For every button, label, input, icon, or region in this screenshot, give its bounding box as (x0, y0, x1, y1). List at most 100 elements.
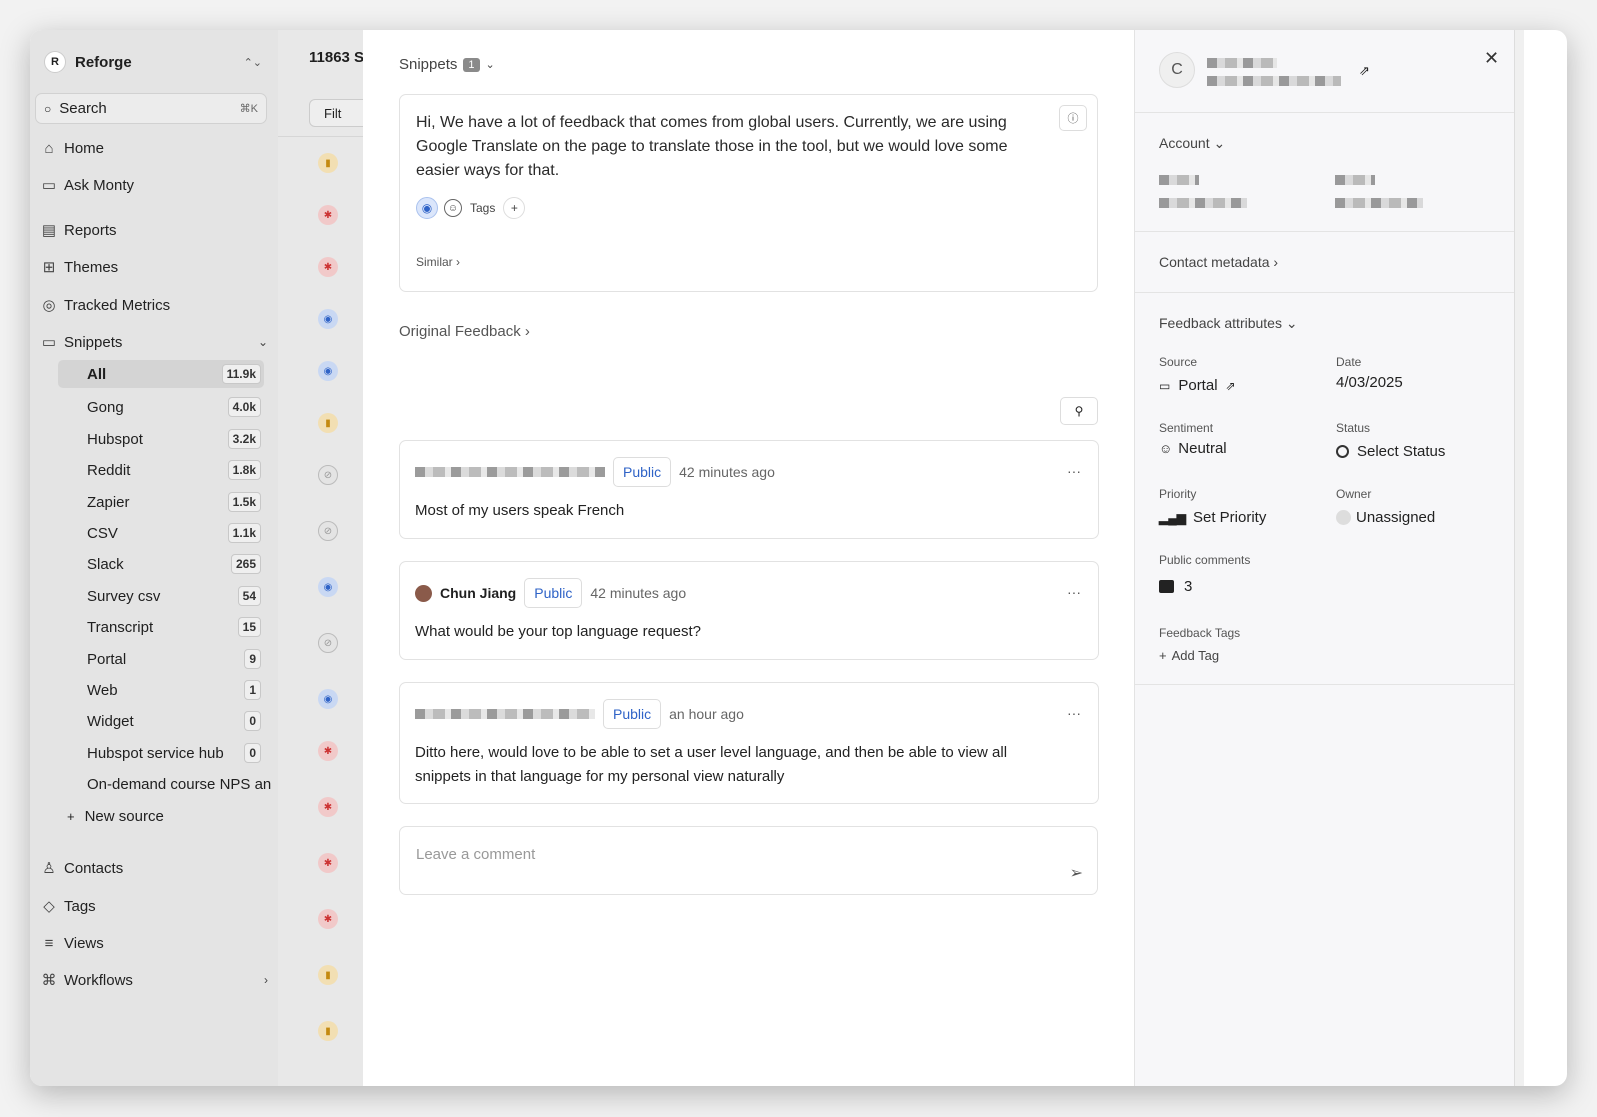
external-link-icon[interactable]: ⇗ (1359, 63, 1370, 79)
bug-icon[interactable]: ✱ (318, 853, 338, 873)
owner-value[interactable]: Unassigned (1336, 509, 1435, 526)
idea-icon[interactable]: ◉ (416, 197, 438, 219)
details-panel: C ⇗ Account ⌄ Contact metadata › Feedbac… (1134, 30, 1515, 1086)
nav-reports[interactable]: ▤ Reports (42, 215, 268, 245)
none-icon[interactable]: ⊘ (318, 633, 338, 653)
source-survey-csv[interactable]: Survey csv 54 (58, 582, 264, 610)
priority-value[interactable]: ▂▄▆ Set Priority (1159, 509, 1266, 526)
more-icon[interactable]: ··· (1067, 463, 1081, 479)
chevron-down-icon: ⌄ (485, 59, 495, 71)
snippets-dropdown[interactable]: Snippets 1 ⌄ (399, 56, 495, 73)
scrollbar[interactable] (1514, 30, 1524, 1086)
comment-header: Public 42 minutes ago (415, 457, 775, 487)
workflow-icon: ⌘ (41, 972, 57, 989)
feature-icon[interactable]: ▮ (318, 153, 338, 173)
nav-home[interactable]: ⌂ Home (42, 133, 268, 163)
nav-contacts[interactable]: ♙ Contacts (42, 853, 268, 883)
more-icon[interactable]: ··· (1067, 705, 1081, 721)
plus-icon: + (67, 808, 75, 824)
idea-icon[interactable]: ◉ (318, 577, 338, 597)
comment-card: Chun Jiang Public 42 minutes ago ··· Wha… (399, 561, 1099, 660)
snippets-count: 1 (463, 57, 480, 72)
bug-icon[interactable]: ✱ (318, 205, 338, 225)
nav-snippets[interactable]: ▭ Snippets ⌄ (42, 327, 268, 357)
contact-metadata-toggle[interactable]: Contact metadata › (1159, 254, 1278, 270)
bug-icon[interactable]: ✱ (318, 257, 338, 277)
source-value[interactable]: ▭ Portal ⇗ (1159, 377, 1236, 394)
feature-icon[interactable]: ▮ (318, 965, 338, 985)
divider (1135, 231, 1515, 232)
workspace-avatar: R (44, 51, 66, 73)
visibility-badge[interactable]: Public (613, 457, 672, 487)
avatar (415, 584, 432, 602)
nav-ask-monty[interactable]: ▭ Ask Monty (42, 170, 268, 200)
bug-icon[interactable]: ✱ (318, 909, 338, 929)
contact-metadata-label: Contact metadata (1159, 254, 1270, 270)
idea-icon[interactable]: ◉ (318, 309, 338, 329)
feature-icon[interactable]: ▮ (318, 413, 338, 433)
chevron-right-icon: › (264, 973, 268, 987)
source-zapier[interactable]: Zapier 1.5k (58, 488, 264, 516)
workspace-switcher[interactable]: R Reforge ⌃⌄ (38, 46, 268, 78)
visibility-badge[interactable]: Public (524, 578, 583, 608)
user-icon: ♙ (42, 860, 56, 877)
search-label: Search (59, 100, 107, 117)
sentiment-value[interactable]: ☺ Neutral (1159, 440, 1227, 457)
nav-tracked-metrics[interactable]: ◎ Tracked Metrics (42, 290, 268, 320)
source-label: Portal (87, 650, 127, 668)
comment-author[interactable]: Chun Jiang (440, 585, 516, 601)
neutral-face-icon: ☺ (1159, 441, 1173, 456)
source-hubspot[interactable]: Hubspot 3.2k (58, 425, 264, 453)
status-circle-icon (1336, 445, 1349, 458)
comment-input[interactable]: Leave a comment ➢ (399, 826, 1098, 895)
comment-header: Chun Jiang Public 42 minutes ago (415, 578, 686, 608)
bug-icon[interactable]: ✱ (318, 797, 338, 817)
nav-themes[interactable]: ⊞ Themes (42, 252, 268, 282)
new-source-button[interactable]: + New source (58, 802, 264, 830)
source-csv[interactable]: CSV 1.1k (58, 519, 264, 547)
add-tag-icon[interactable]: + (503, 197, 526, 219)
source-count: 0 (244, 743, 261, 763)
source-slack[interactable]: Slack 265 (58, 550, 264, 578)
status-value[interactable]: Select Status (1336, 443, 1445, 460)
snippets-label: Snippets (399, 56, 458, 73)
source-transcript[interactable]: Transcript 15 (58, 613, 264, 641)
idea-icon[interactable]: ◉ (318, 689, 338, 709)
none-icon[interactable]: ⊘ (318, 465, 338, 485)
none-icon[interactable]: ⊘ (318, 521, 338, 541)
search-input[interactable]: ○ Search ⌘K (35, 93, 267, 124)
search-icon: ○ (44, 101, 52, 116)
source-hubspot-service-hub[interactable]: Hubspot service hub 0 (58, 739, 264, 767)
source-web[interactable]: Web 1 (58, 676, 264, 704)
visibility-badge[interactable]: Public (603, 699, 662, 729)
feedback-attributes-label: Feedback attributes (1159, 315, 1282, 331)
feature-icon[interactable]: ▮ (318, 1021, 338, 1041)
paperclip-icon[interactable]: ⚲ (1060, 397, 1098, 425)
source-reddit[interactable]: Reddit 1.8k (58, 456, 264, 484)
nav-views[interactable]: ≡ Views (42, 928, 268, 958)
bug-icon[interactable]: ✱ (318, 741, 338, 761)
neutral-face-icon[interactable]: ☺ (444, 199, 462, 217)
nav-tags[interactable]: ◇ Tags (42, 891, 268, 921)
public-comments-label: Public comments (1159, 553, 1251, 567)
source-on-demand-course[interactable]: On-demand course NPS an (58, 770, 278, 798)
source-portal[interactable]: Portal 9 (58, 645, 264, 673)
original-feedback-toggle[interactable]: Original Feedback › (399, 323, 530, 340)
source-all[interactable]: All 11.9k (58, 360, 264, 388)
divider (1135, 684, 1515, 685)
nav-workflows[interactable]: ⌘ Workflows › (41, 965, 269, 995)
owner-label: Owner (1336, 487, 1372, 501)
account-toggle[interactable]: Account ⌄ (1159, 135, 1225, 152)
similar-link[interactable]: Similar › (416, 255, 460, 269)
home-icon: ⌂ (44, 139, 54, 157)
send-icon[interactable]: ➢ (1070, 863, 1083, 883)
source-gong[interactable]: Gong 4.0k (58, 393, 264, 421)
feedback-attributes-toggle[interactable]: Feedback attributes ⌄ (1159, 315, 1298, 332)
add-tag-button[interactable]: + Add Tag (1159, 648, 1219, 663)
info-icon[interactable]: ⓘ (1059, 105, 1087, 131)
idea-icon[interactable]: ◉ (318, 361, 338, 381)
more-icon[interactable]: ··· (1067, 584, 1081, 600)
source-widget[interactable]: Widget 0 (58, 707, 264, 735)
nav-reports-label: Reports (64, 221, 117, 239)
close-icon[interactable]: ✕ (1484, 48, 1499, 69)
